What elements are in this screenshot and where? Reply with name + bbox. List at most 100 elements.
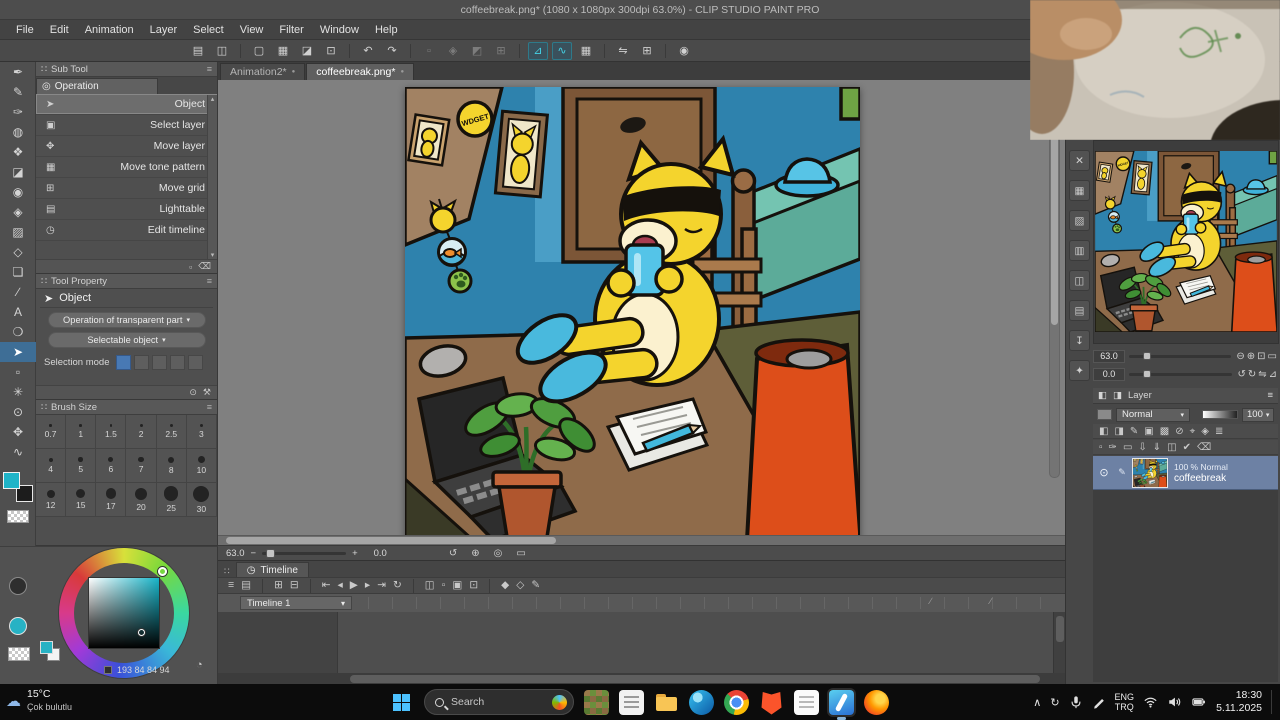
clip-at-layer-icon[interactable]: ◧ — [1099, 426, 1108, 437]
zoom-slider-thumb[interactable] — [266, 548, 276, 558]
brush-size-2[interactable]: 2 — [126, 415, 157, 449]
menu-filter[interactable]: Filter — [271, 20, 311, 40]
brush-size-3[interactable]: 3 — [186, 415, 217, 449]
toolbar-deselect-button[interactable]: ▫ — [419, 42, 439, 60]
tray-chevron-up-icon[interactable]: ∧ — [1033, 696, 1041, 709]
material-download-icon[interactable]: ↧ — [1069, 330, 1090, 351]
sv-cursor[interactable] — [138, 629, 145, 636]
toolbar-redo-button[interactable]: ↷ — [382, 42, 402, 60]
timeline-go-to-start-button[interactable]: ⇤ — [322, 578, 331, 593]
opacity-gradient-strip[interactable] — [1202, 410, 1238, 419]
document-tab-2[interactable]: coffeebreak.png* ● — [306, 63, 415, 80]
navigator-zoom-value[interactable]: 63.0 — [1093, 349, 1125, 363]
brush-size-5[interactable]: 5 — [66, 449, 97, 483]
slider-thumb[interactable] — [1143, 369, 1151, 378]
subtool-move-layer[interactable]: ✥ Move layer — [36, 136, 217, 157]
show-desktop-button[interactable] — [1271, 690, 1274, 714]
language-indicator[interactable]: ENG TRQ — [1115, 692, 1135, 712]
taskbar-app-white[interactable] — [619, 689, 644, 715]
layer-row-coffeebreak[interactable]: ⊙ ✎ 100 % Normal coffeebreak — [1093, 456, 1278, 490]
brush-size-10[interactable]: 10 — [186, 449, 217, 483]
timeline-delete-frame-button[interactable]: ⊟ — [290, 578, 299, 593]
brush-size-0.7[interactable]: 0.7 — [36, 415, 67, 449]
toolbar-flip-view-button[interactable]: ⇋ — [613, 42, 633, 60]
tool-auto-select-icon[interactable]: ✳ — [0, 382, 36, 402]
zoom-out-button[interactable]: − — [251, 548, 257, 559]
taskbar-notes-app[interactable] — [794, 689, 819, 715]
document-tab-1[interactable]: Animation2* ● — [220, 63, 306, 80]
reset-rotation-icon[interactable]: ↺ — [449, 548, 457, 559]
subtool-edit-timeline[interactable]: ◷ Edit timeline — [36, 220, 217, 241]
brush-size-15[interactable]: 15 — [66, 483, 97, 517]
subtool-object[interactable]: ➤ Object — [36, 94, 217, 115]
zoom-in-button[interactable]: + — [352, 548, 358, 559]
new-subtool-icon[interactable]: ▫ — [189, 262, 192, 272]
apply-mask-icon[interactable]: ✔ — [1183, 442, 1191, 453]
subtool-lighttable[interactable]: ▤ Lighttable — [36, 199, 217, 220]
brush-size-8[interactable]: 8 — [156, 449, 187, 483]
sub-tool-scrollbar[interactable]: ▴ ▾ — [207, 95, 217, 259]
selection-mode-1[interactable] — [116, 355, 132, 370]
timeline-next-frame-button[interactable]: ▸ — [365, 578, 370, 593]
battery-icon[interactable] — [1191, 695, 1207, 709]
timeline-frame-ruler[interactable] — [368, 597, 1051, 609]
material-color-pattern-icon[interactable]: ▦ — [1069, 180, 1090, 201]
navigator-rotate-left-button[interactable]: ↺ — [1236, 369, 1246, 380]
layer-visibility-eye-icon[interactable]: ⊙ — [1096, 466, 1112, 479]
subtool-select-layer[interactable]: ▣ Select layer — [36, 115, 217, 136]
sub-tool-group-operation[interactable]: ◎ Operation — [36, 78, 158, 94]
timeline-new-animation-cel-button[interactable]: ▫ — [442, 578, 446, 593]
panel-menu-icon[interactable]: ≡ — [207, 64, 212, 74]
tool-frame-border-icon[interactable]: ❏ — [0, 262, 36, 282]
layer-thumbnail[interactable] — [1132, 457, 1168, 488]
draft-layer-icon[interactable]: ✎ — [1130, 426, 1138, 437]
tool-airbrush-icon[interactable]: ◍ — [0, 122, 36, 142]
layer-filter-chip[interactable] — [1097, 409, 1112, 420]
timeline-add-keyframe-button[interactable]: ◇ — [516, 578, 524, 593]
delete-subtool-icon[interactable]: ⌫ — [198, 261, 211, 272]
menu-view[interactable]: View — [232, 20, 272, 40]
lock-transparent-pixels-icon[interactable]: ▩ — [1160, 426, 1169, 437]
timeline-vertical-scrollbar[interactable] — [1053, 612, 1065, 673]
tool-blend-icon[interactable]: ◉ — [0, 182, 36, 202]
taskbar-file-explorer[interactable] — [654, 690, 679, 715]
tool-eyedropper-icon[interactable]: ⊙ — [0, 402, 36, 422]
mini-color-pair[interactable] — [40, 641, 60, 661]
timeline-prev-frame-button[interactable]: ◂ — [338, 578, 343, 593]
opacity-value-box[interactable]: 100 ▾ — [1242, 407, 1274, 422]
eyedropper-settings-icon[interactable]: ⊙ — [189, 387, 197, 398]
brush-size-6[interactable]: 6 — [96, 449, 127, 483]
canvas-horizontal-scrollbar[interactable] — [218, 535, 1065, 545]
timeline-specify-cel-button[interactable]: ▣ — [452, 578, 462, 593]
tool-text-icon[interactable]: A — [0, 302, 36, 322]
navigator-flip-horizontal-button[interactable]: ⇋ — [1257, 369, 1267, 380]
tool-brush-icon[interactable]: ✑ — [0, 102, 36, 122]
navigator-zoom-slider[interactable] — [1129, 351, 1232, 360]
timeline-edit-onion-settings-button[interactable]: ✎ — [531, 578, 540, 593]
scroll-up-icon[interactable]: ▴ — [211, 95, 215, 103]
navigator-thumbnail[interactable] — [1095, 151, 1277, 332]
timeline-tracks-area[interactable] — [218, 612, 1065, 673]
menu-help[interactable]: Help — [367, 20, 406, 40]
navigator-actual-size-button[interactable]: ▭ — [1267, 351, 1278, 362]
taskbar-chrome[interactable] — [724, 689, 749, 715]
toolbar-show-menu-button[interactable]: ▤ — [188, 42, 208, 60]
tray-sync-icon[interactable]: ↻ — [1050, 696, 1059, 709]
tool-decoration-icon[interactable]: ❖ — [0, 142, 36, 162]
new-vector-layer-icon[interactable]: ✑ — [1109, 442, 1117, 453]
tool-pencil-icon[interactable]: ✎ — [0, 82, 36, 102]
selection-mode-3[interactable] — [152, 355, 168, 370]
clock-widget[interactable]: 18:30 5.11.2025 — [1216, 689, 1262, 715]
zoom-slider[interactable] — [262, 548, 347, 558]
scrollbar-thumb[interactable] — [1051, 115, 1058, 325]
main-color-swatch[interactable] — [2, 472, 20, 489]
tool-operation-icon[interactable]: ➤ — [0, 342, 36, 362]
layer-color-icon[interactable]: ◈ — [1201, 426, 1209, 437]
zoom-100-icon[interactable]: ◎ — [494, 548, 503, 559]
navigator-zoom-in-button[interactable]: ⊕ — [1246, 351, 1256, 362]
panel-menu-icon[interactable]: ≡ — [1267, 390, 1273, 401]
toolbar-hide-interface-button[interactable]: ◫ — [212, 42, 232, 60]
set-as-ruler-icon[interactable]: ⌖ — [1190, 426, 1196, 437]
taskbar-search[interactable]: Search — [424, 689, 574, 715]
blend-mode-dropdown[interactable]: Normal ▾ — [1116, 407, 1190, 422]
